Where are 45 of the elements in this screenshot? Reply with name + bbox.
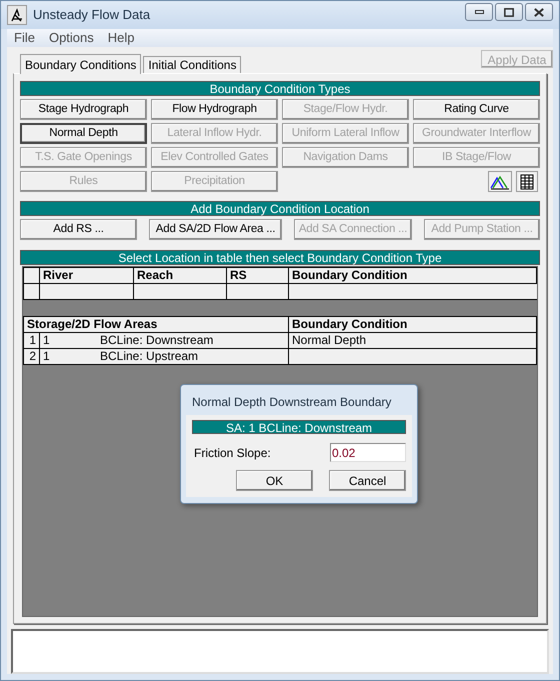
window-title: Unsteady Flow Data — [33, 6, 150, 24]
location-label: SA: 1 BCLine: Downstream — [192, 420, 406, 434]
section-header: Select Location in table then select Boundary Condition Type — [20, 250, 540, 265]
column-header: Boundary Condition — [289, 268, 537, 284]
menu-item[interactable]: Options — [48, 28, 94, 48]
row-number: 1 — [24, 333, 40, 349]
field-label: Friction Slope: — [193, 444, 271, 462]
row-header — [24, 284, 40, 300]
tab[interactable]: Initial Conditions — [143, 56, 242, 73]
cancel-button[interactable]: Cancel — [329, 470, 406, 491]
type-button[interactable]: Flow Hydrograph — [151, 99, 278, 120]
table-button[interactable] — [516, 171, 538, 192]
tab[interactable]: Boundary Conditions — [20, 54, 142, 74]
maximize-button[interactable] — [495, 3, 523, 21]
type-button[interactable]: Normal Depth — [20, 123, 147, 144]
column-header: Reach — [134, 268, 227, 284]
minimize-icon — [474, 10, 484, 14]
column-header: Storage/2D Flow Areas — [24, 317, 289, 333]
friction-slope-field[interactable]: 0.02 — [330, 443, 406, 462]
minimize-button[interactable] — [465, 3, 493, 21]
type-button[interactable]: Stage Hydrograph — [20, 99, 147, 120]
column-header: RS — [227, 268, 289, 284]
table-cell-text: 1 — [42, 349, 51, 364]
maximize-icon — [504, 8, 514, 16]
dialog-title: Normal Depth Downstream Boundary — [191, 394, 392, 411]
row-number: 2 — [24, 349, 40, 365]
add-location-button[interactable]: Add RS ... — [20, 219, 137, 240]
table-cell — [227, 284, 289, 300]
add-location-button[interactable]: Add SA/2D Flow Area ... — [149, 219, 282, 240]
app-icon — [7, 5, 27, 25]
type-button[interactable]: Rating Curve — [413, 99, 540, 120]
table-cell-text: 1 — [42, 333, 51, 348]
ok-button[interactable]: OK — [236, 470, 313, 491]
section-header: Add Boundary Condition Location — [20, 201, 540, 216]
column-header: Boundary Condition — [289, 317, 537, 333]
menu-item[interactable]: File — [14, 28, 35, 48]
table-cell: BCLine: Upstream — [100, 349, 198, 364]
plot-button[interactable] — [488, 171, 512, 192]
menu-item[interactable]: Help — [108, 28, 135, 48]
table-cell: BCLine: Downstream — [100, 333, 214, 348]
close-icon — [534, 8, 544, 16]
close-button[interactable] — [525, 3, 553, 21]
table-cell: Normal Depth — [289, 333, 537, 349]
column-header: River — [40, 268, 134, 284]
section-header: Boundary Condition Types — [20, 81, 540, 96]
